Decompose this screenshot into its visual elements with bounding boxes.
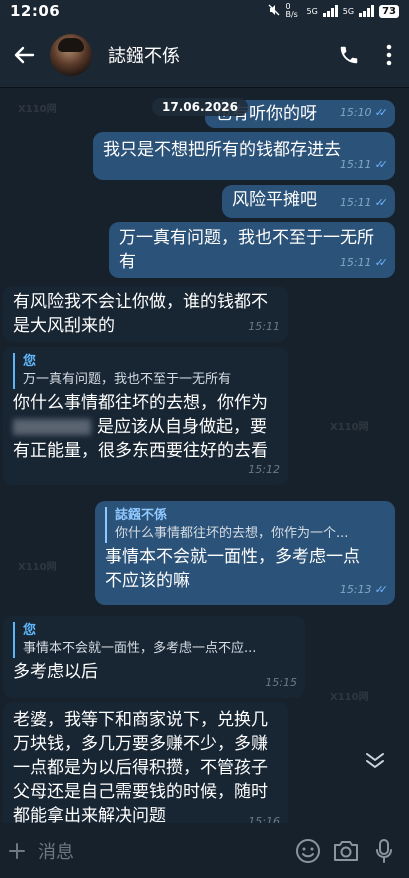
redacted-text (13, 419, 91, 435)
battery-icon: 73 (379, 4, 399, 18)
double-check-icon: ✓✓ (374, 158, 389, 171)
message-time: 15:12 (248, 463, 280, 476)
back-button[interactable] (2, 33, 46, 77)
message-text: 你什么事情都往坏的去想，你作为 (13, 393, 268, 413)
mic-button[interactable] (365, 829, 403, 873)
message-bubble-outgoing[interactable]: 我只是不想把所有的钱都存进去 15:11 ✓✓ (93, 132, 395, 180)
message-bubble-outgoing[interactable]: 誌鏹不係 你什么事情都往坏的去想，你作为一个... 事情本不会就一面性，多考虑一… (95, 501, 395, 605)
double-check-icon: ✓✓ (374, 583, 389, 596)
message-text: 我只是不想把所有的钱都存进去 (103, 140, 341, 160)
message-text: 事情本不会就一面性，多考虑一点 (105, 547, 360, 567)
message-bubble-incoming[interactable]: 您 万一真有问题，我也不至于一无所有 你什么事情都往坏的去想，你作为 是应该从自… (3, 347, 288, 485)
reply-quote[interactable]: 誌鏹不係 你什么事情都往坏的去想，你作为一个... (105, 507, 385, 543)
double-check-icon: ✓✓ (374, 256, 389, 269)
signal-icon (322, 5, 338, 17)
message-time: 15:11 (339, 256, 372, 269)
message-time: 15:16 (248, 815, 280, 823)
sim2-label: 5G (342, 6, 355, 16)
message-text: 多考虑以后 (13, 662, 98, 682)
status-bar: 12:06 0 B/s 5G 5G 73 (0, 0, 409, 22)
more-vertical-icon (386, 44, 392, 65)
message-text: 万块钱，多几万要多赚不少，多赚 (13, 734, 268, 754)
message-input-bar: 消息 (0, 823, 409, 878)
message-text: 都能拿出来解决问题 (13, 806, 166, 823)
contact-name[interactable]: 誌鏹不係 (108, 42, 329, 68)
mute-icon (268, 4, 280, 19)
message-bubble-outgoing[interactable]: 风险平摊吧 15:11 ✓✓ (222, 185, 395, 218)
net-speed: 0 B/s (285, 2, 298, 19)
reply-quote[interactable]: 您 事情本不会就一面性，多考虑一点不应... (13, 622, 295, 658)
message-text: 父母还是自己需要钱的时候，随时 (13, 782, 268, 802)
message-bubble-incoming[interactable]: 老婆，我等下和商家说下，兑换几 万块钱，多几万要多赚不少，多赚 一点都是为以后得… (3, 702, 288, 823)
sim1-label: 5G (306, 6, 318, 16)
message-text: 是应该从自身做起，要 (97, 417, 267, 437)
chat-area[interactable]: X110网 X110网 X110网 X110网 X110网 X110网 也有听你… (0, 88, 409, 823)
more-button[interactable] (369, 33, 409, 77)
quote-text: 你什么事情都往坏的去想，你作为一个... (115, 526, 349, 541)
microphone-icon (376, 838, 392, 863)
quote-text: 事情本不会就一面性，多考虑一点不应... (23, 641, 257, 656)
quote-text: 万一真有问题，我也不至于一无所有 (23, 372, 232, 387)
chevron-double-down-icon (366, 753, 384, 768)
watermark: X110网 (18, 104, 57, 115)
camera-button[interactable] (327, 829, 365, 873)
message-time: 15:11 (248, 320, 280, 333)
status-time: 12:06 (10, 2, 61, 20)
emoji-button[interactable] (289, 829, 327, 873)
date-label: 17.06.2026 (152, 98, 248, 116)
message-text: 有正能量，很多东西要往好的去看 (13, 441, 268, 461)
watermark: X110网 (330, 422, 369, 433)
double-check-icon: ✓✓ (374, 106, 389, 119)
watermark: X110网 (330, 692, 369, 703)
message-time: 15:10 (339, 106, 372, 119)
quote-sender: 您 (23, 623, 37, 638)
message-text: 是大风刮来的 (13, 316, 115, 336)
double-check-icon: ✓✓ (374, 196, 389, 209)
message-bubble-incoming[interactable]: 有风险我不会让你做，谁的钱都不 是大风刮来的 15:11 (3, 286, 288, 342)
watermark: X110网 (18, 562, 57, 573)
message-bubble-incoming[interactable]: 您 事情本不会就一面性，多考虑一点不应... 多考虑以后 15:15 (3, 616, 305, 698)
signal-icon-2 (359, 5, 375, 17)
message-text: 有风险我不会让你做，谁的钱都不 (13, 292, 268, 312)
message-text: 万一真有问题，我也不至于一无所 (119, 228, 374, 248)
reply-quote[interactable]: 您 万一真有问题，我也不至于一无所有 (13, 353, 278, 389)
camera-icon (334, 840, 358, 861)
message-time: 15:15 (265, 676, 297, 689)
message-bubble-outgoing[interactable]: 万一真有问题，我也不至于一无所 有 15:11 ✓✓ (109, 222, 395, 278)
message-time: 15:13 (339, 583, 372, 596)
plus-icon (9, 842, 25, 859)
avatar[interactable] (50, 33, 92, 76)
message-text: 老婆，我等下和商家说下，兑换几 (13, 710, 268, 730)
status-icons: 0 B/s 5G 5G 73 (268, 3, 399, 19)
message-input[interactable]: 消息 (38, 838, 289, 864)
scroll-down-button[interactable] (355, 740, 395, 780)
message-text: 一点都是为以后得积攒，不管孩子 (13, 758, 268, 778)
call-button[interactable] (329, 33, 369, 77)
attach-button[interactable] (0, 829, 34, 873)
message-time: 15:11 (339, 158, 372, 171)
quote-sender: 您 (23, 354, 37, 369)
emoji-icon (296, 838, 320, 863)
arrow-left-icon (14, 46, 35, 63)
message-text: 风险平摊吧 (232, 190, 317, 210)
message-time: 15:11 (339, 196, 372, 209)
phone-icon (340, 46, 358, 63)
quote-sender: 誌鏹不係 (115, 508, 168, 523)
chat-header: 誌鏹不係 (0, 22, 409, 88)
